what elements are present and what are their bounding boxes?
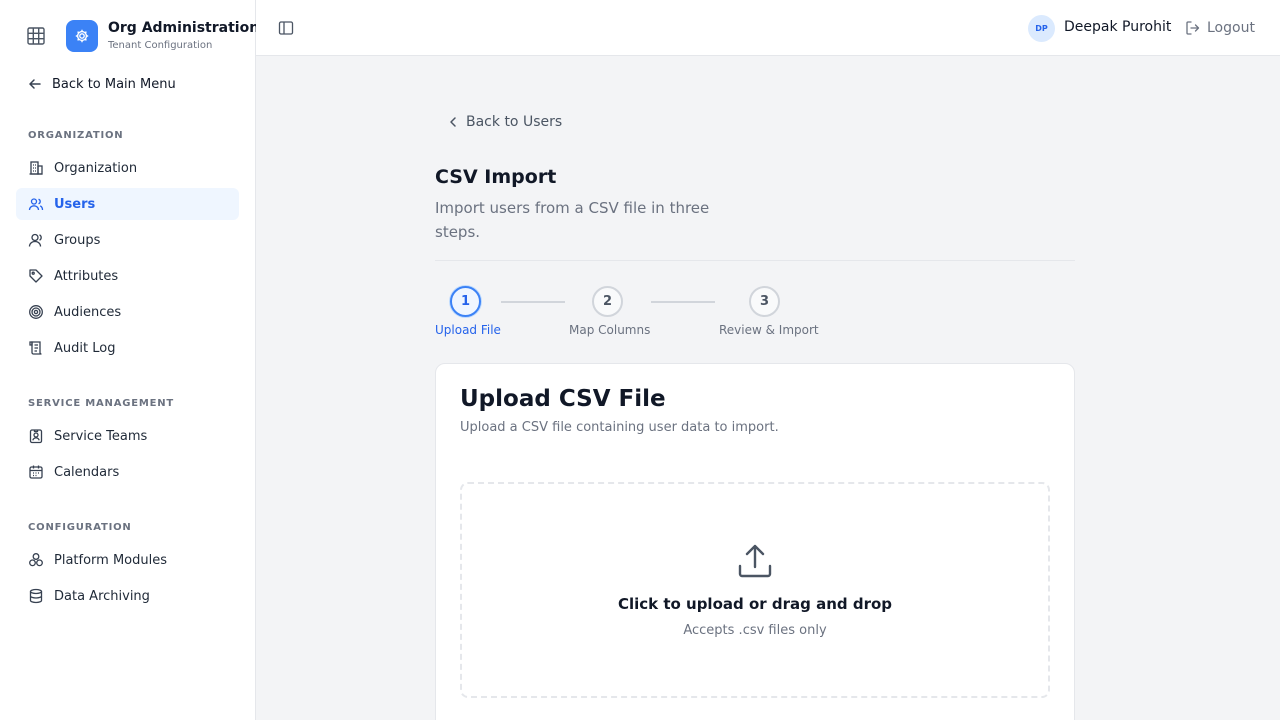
- sidebar-item-label: Organization: [54, 160, 138, 176]
- dropzone-hint: Accepts .csv files only: [683, 623, 827, 638]
- back-to-main-menu-link[interactable]: Back to Main Menu: [28, 74, 176, 94]
- gear-icon: [75, 29, 89, 43]
- upload-card: Upload CSV File Upload a CSV file contai…: [435, 363, 1075, 720]
- step-3-indicator[interactable]: 3: [749, 286, 780, 317]
- upload-icon: [738, 544, 772, 578]
- back-to-main-menu-label: Back to Main Menu: [52, 76, 176, 92]
- modules-icon: [29, 553, 43, 567]
- sidebar-toggle-icon[interactable]: [278, 20, 294, 36]
- database-icon: [29, 588, 43, 604]
- logout-icon: [1186, 21, 1200, 35]
- brand-title: Org Administration: [108, 20, 260, 36]
- card-description: Upload a CSV file containing user data t…: [460, 420, 779, 435]
- brand-logo: [66, 20, 98, 52]
- brand-row: Org Administration Tenant Configuration: [0, 0, 260, 72]
- step-3-label: Review & Import: [719, 323, 819, 337]
- sidebar-item-organization[interactable]: Organization: [16, 152, 239, 184]
- arrow-left-icon: [29, 79, 41, 89]
- sidebar-item-platform-modules[interactable]: Platform Modules: [16, 544, 239, 576]
- sidebar-item-label: Platform Modules: [54, 552, 168, 568]
- sidebar-item-users[interactable]: Users: [16, 188, 239, 220]
- section-label-organization: ORGANIZATION: [28, 130, 124, 141]
- avatar[interactable]: DP: [1028, 15, 1055, 42]
- page-description: Import users from a CSV file in three st…: [435, 199, 710, 241]
- brand-subtitle: Tenant Configuration: [108, 40, 213, 51]
- step-2-label: Map Columns: [569, 323, 651, 337]
- sidebar-item-label: Groups: [54, 232, 101, 248]
- step-connector: [501, 301, 565, 303]
- dropzone-title: Click to upload or drag and drop: [617, 595, 893, 613]
- file-dropzone[interactable]: Click to upload or drag and drop Accepts…: [460, 482, 1050, 698]
- back-to-users-label: Back to Users: [466, 114, 563, 130]
- logout-label: Logout: [1207, 20, 1255, 36]
- sidebar: Org Administration Tenant Configuration …: [0, 0, 260, 720]
- tag-icon: [29, 269, 43, 283]
- sidebar-item-service-teams[interactable]: Service Teams: [16, 420, 239, 452]
- section-label-service-management: SERVICE MANAGEMENT: [28, 398, 175, 409]
- target-icon: [29, 305, 43, 319]
- apps-grid-icon[interactable]: [26, 26, 46, 46]
- step-1-indicator[interactable]: 1: [450, 286, 481, 317]
- user-name[interactable]: Deepak Purohit: [1064, 19, 1171, 35]
- step-1-label: Upload File: [435, 323, 501, 337]
- sidebar-item-audiences[interactable]: Audiences: [16, 296, 239, 328]
- building-icon: [29, 161, 43, 175]
- section-label-configuration: CONFIGURATION: [28, 522, 132, 533]
- sidebar-item-attributes[interactable]: Attributes: [16, 260, 239, 292]
- sidebar-item-label: Users: [54, 196, 96, 212]
- sidebar-item-label: Service Teams: [54, 428, 148, 444]
- sidebar-item-calendars[interactable]: Calendars: [16, 456, 239, 488]
- header-divider: [435, 260, 1075, 261]
- step-connector: [651, 301, 715, 303]
- back-to-users-link[interactable]: Back to Users: [448, 112, 562, 132]
- step-2-indicator[interactable]: 2: [592, 286, 623, 317]
- sidebar-item-label: Audit Log: [54, 340, 116, 356]
- card-title: Upload CSV File: [460, 386, 666, 412]
- logout-button[interactable]: Logout: [1185, 18, 1255, 38]
- id-badge-icon: [29, 429, 43, 444]
- page-title: CSV Import: [435, 166, 557, 188]
- chevron-left-icon: [450, 117, 456, 127]
- topbar: DP Deepak Purohit Logout: [256, 0, 1280, 56]
- calendar-icon: [29, 465, 43, 479]
- sidebar-item-groups[interactable]: Groups: [16, 224, 239, 256]
- sidebar-item-label: Data Archiving: [54, 588, 150, 604]
- sidebar-item-label: Attributes: [54, 268, 119, 284]
- scroll-icon: [29, 341, 42, 355]
- users-icon: [28, 198, 44, 211]
- sidebar-item-audit-log[interactable]: Audit Log: [16, 332, 239, 364]
- sidebar-item-label: Audiences: [54, 304, 122, 320]
- sidebar-item-label: Calendars: [54, 464, 120, 480]
- sidebar-item-data-archiving[interactable]: Data Archiving: [16, 580, 239, 612]
- group-icon: [28, 233, 42, 247]
